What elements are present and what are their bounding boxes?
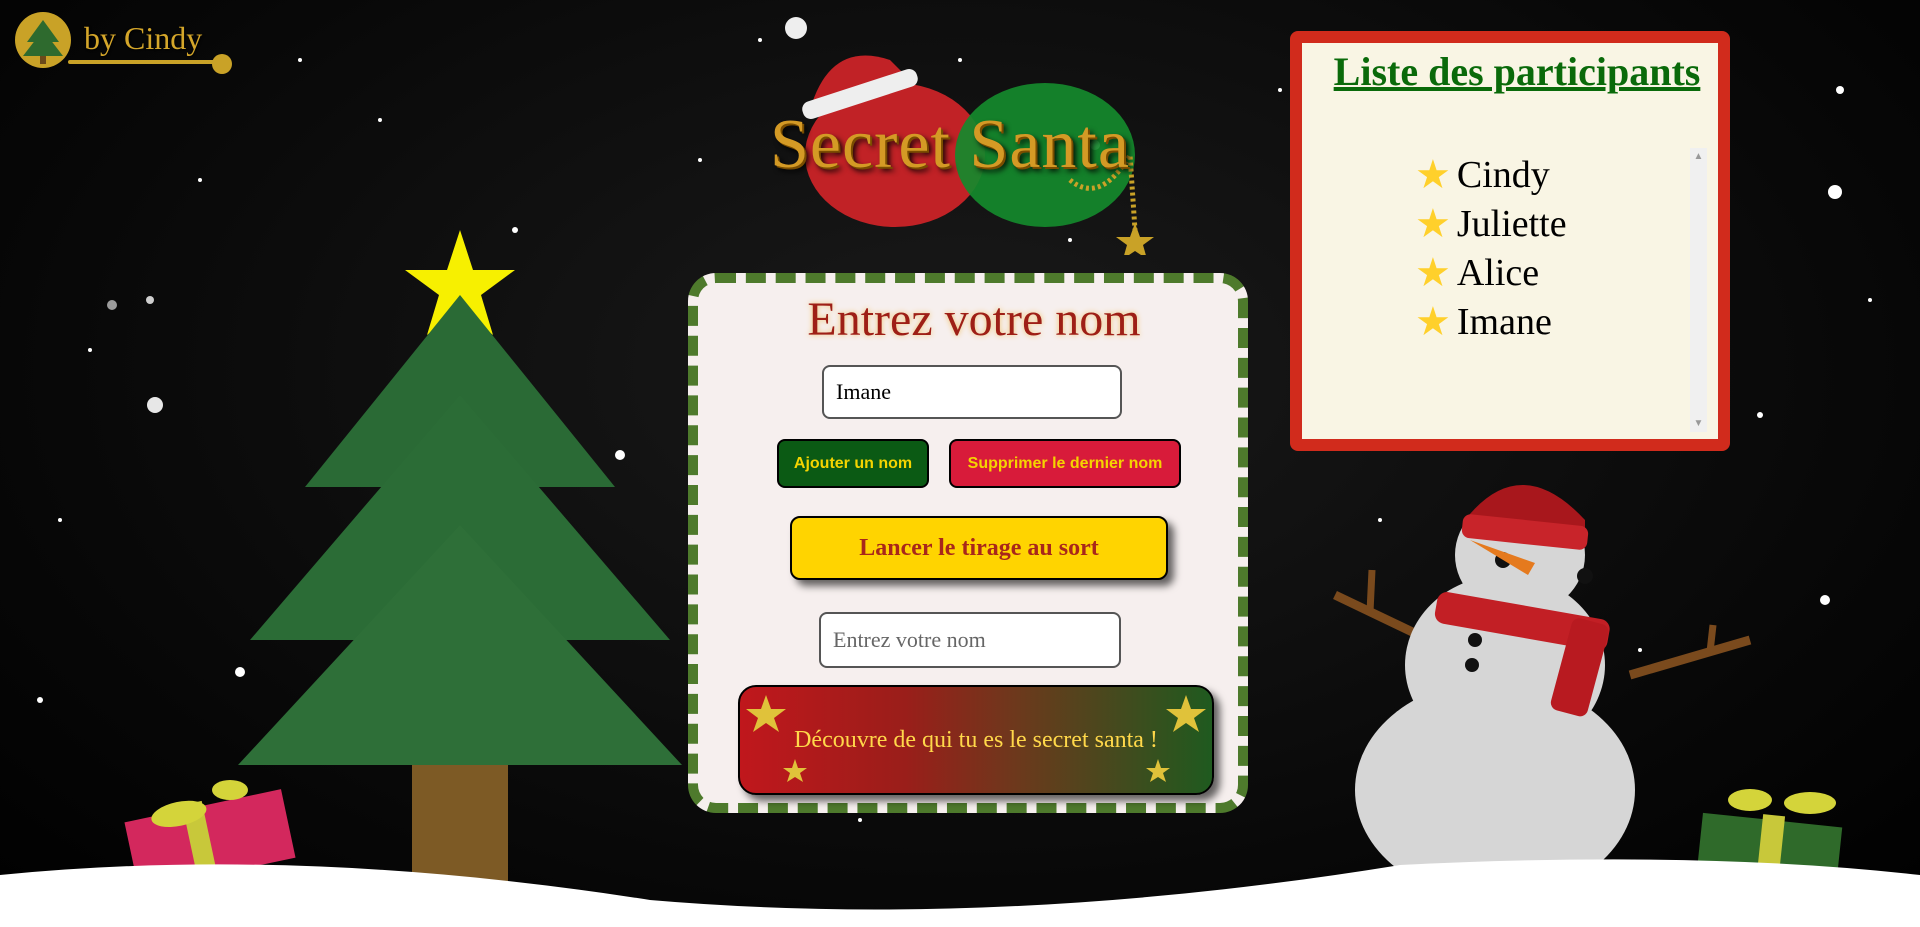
snowman-illustration (1333, 485, 1752, 880)
participants-list: ★ Cindy ★ Juliette ★ Alice ★ Imane (1415, 150, 1567, 346)
reveal-button[interactable]: Découvre de qui tu es le secret santa ! (738, 685, 1214, 795)
scroll-down-icon[interactable]: ▼ (1690, 415, 1707, 432)
participants-title: Liste des participants (1333, 49, 1701, 94)
remove-last-name-button[interactable]: Supprimer le dernier nom (949, 439, 1181, 488)
snow-ground (0, 859, 1920, 927)
christmas-tree-illustration (238, 230, 682, 895)
list-item: ★ Imane (1415, 298, 1552, 344)
list-item: ★ Juliette (1415, 200, 1567, 246)
logo-underline (68, 60, 218, 64)
star-icon: ★ (1415, 151, 1451, 197)
star-icon: ★ (1415, 200, 1451, 246)
name-input[interactable] (822, 365, 1122, 419)
scroll-up-icon[interactable]: ▲ (1690, 148, 1707, 165)
list-item: ★ Alice (1415, 249, 1540, 295)
draw-button[interactable]: Lancer le tirage au sort (790, 516, 1168, 580)
star-icon: ★ (1415, 298, 1451, 344)
page-title: Secret Santa (770, 106, 1130, 183)
logo-tree-icon (15, 12, 71, 68)
list-item: ★ Cindy (1415, 151, 1550, 197)
add-name-button[interactable]: Ajouter un nom (777, 439, 929, 488)
star-icon: ★ (1415, 249, 1451, 295)
participants-scrollbar[interactable] (1690, 148, 1707, 432)
form-title: Entrez votre nom (807, 293, 1141, 346)
logo-text: by Cindy (84, 20, 203, 56)
logo-dot (212, 54, 232, 74)
reveal-name-input[interactable] (819, 612, 1121, 668)
